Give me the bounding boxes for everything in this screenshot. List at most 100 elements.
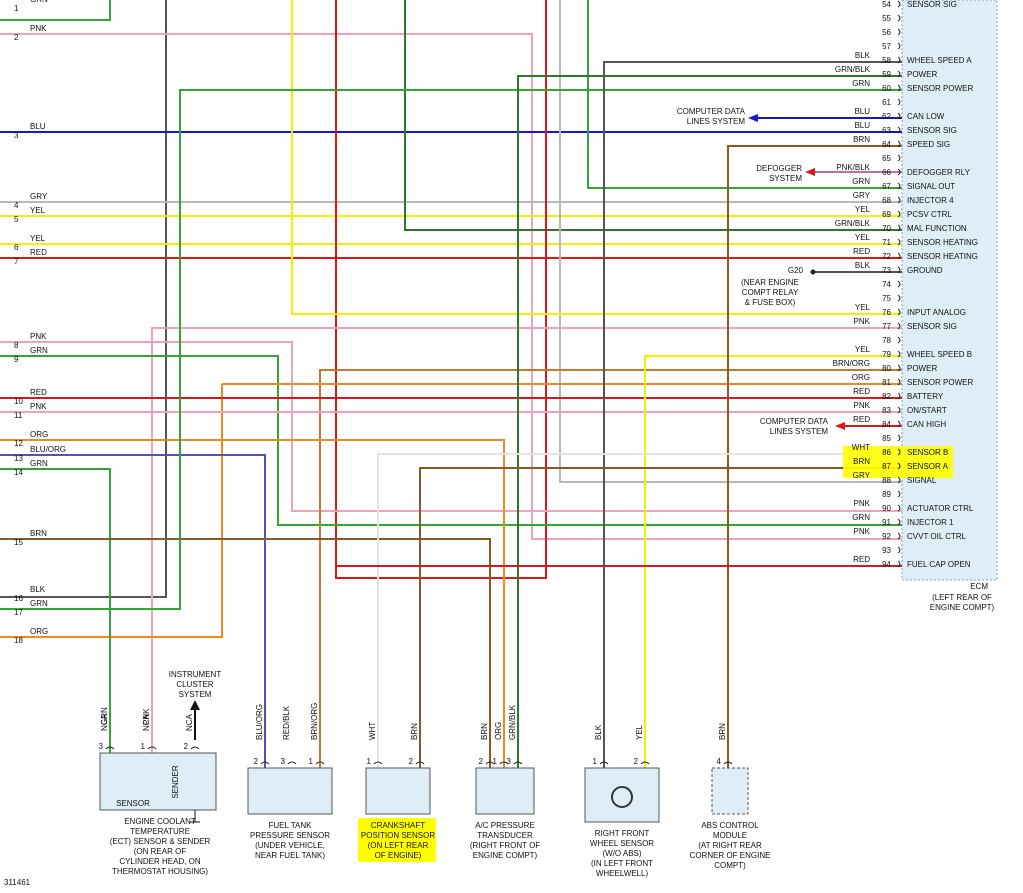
left-pin-wire-color: GRN <box>30 346 48 355</box>
defogger-ref-line-2: SYSTEM <box>769 174 802 183</box>
ecm-pin-number: 69 <box>882 210 891 219</box>
ecm-pin-number: 61 <box>882 98 891 107</box>
ecm-pin-row-55: 55 <box>882 14 901 23</box>
component-pin-wire: BLK <box>594 724 603 740</box>
ecm-pin-wire-color: GRN <box>852 177 870 186</box>
ecm-pin-function: WHEEL SPEED A <box>907 56 972 65</box>
ecm-pin-number: 64 <box>882 140 891 149</box>
ecm-pin-function: SENSOR SIG <box>907 126 957 135</box>
ecm-pin-number: 75 <box>882 294 891 303</box>
component-pin-4: BRN 4 <box>717 723 733 766</box>
component-title-line-6: THERMOSTAT HOUSING) <box>112 867 208 876</box>
component-title-line-2: TEMPERATURE <box>130 827 190 836</box>
left-pin-wire-color: ORG <box>30 627 48 636</box>
ecm-label: ECM <box>970 582 988 591</box>
ecm-pin-number: 67 <box>882 182 891 191</box>
ground-desc-line-2: COMPT RELAY <box>742 288 799 297</box>
ecm-pin-number: 85 <box>882 434 891 443</box>
component-title-line-3: (ON LEFT REAR <box>368 841 429 850</box>
component-ect: GRNNCA3PNKNCA1NCA2ENGINE COOLANTTEMPERAT… <box>99 707 217 876</box>
component-pin-wire: WHT <box>368 722 377 740</box>
wire-red-loop <box>335 0 547 579</box>
ecm-pin-number: 70 <box>882 224 891 233</box>
can-high-ref-line-1: COMPUTER DATA <box>760 417 829 426</box>
left-pin-number: 13 <box>14 454 23 463</box>
ecm-pin-number: 57 <box>882 42 891 51</box>
ecm-pin-terminal <box>897 0 901 8</box>
component-pin-number: 2 <box>634 757 639 766</box>
component-title-line-1: RIGHT FRONT <box>595 829 650 838</box>
component-pin-number: 1 <box>593 757 598 766</box>
instrument-cluster-line-2: CLUSTER <box>176 680 214 689</box>
component-pin-1: WHT 1 <box>367 722 383 766</box>
can-high-arrow <box>835 422 845 430</box>
ecm-pin-function: SENSOR A <box>907 462 949 471</box>
ecm-pin-number: 76 <box>882 308 891 317</box>
ecm-pin-row-57: 57 <box>882 42 901 51</box>
ecm-pin-number: 59 <box>882 70 891 79</box>
ecm-pin-number: 66 <box>882 168 891 177</box>
ecm-pin-row-78: 78 <box>882 336 901 345</box>
component-title-line-1: ABS CONTROL <box>701 821 759 830</box>
ecm-pin-terminal <box>897 294 901 302</box>
wire-14-grn <box>0 468 111 770</box>
component-pin-number: 4 <box>717 757 722 766</box>
component-title-line-4: CORNER OF ENGINE <box>690 851 771 860</box>
component-pin-2: NCA 2 <box>184 713 200 751</box>
component-title-line-3: (AT RIGHT REAR <box>698 841 762 850</box>
ecm-pin-wire-color: RED <box>853 415 870 424</box>
ecm-pin-number: 78 <box>882 336 891 345</box>
ecm-pin-function: GROUND <box>907 266 943 275</box>
wire-12-org <box>0 439 505 770</box>
component-pin-number: 2 <box>479 757 484 766</box>
wire-13-bluorg <box>0 454 266 770</box>
component-pin-nca: NCA <box>185 713 194 731</box>
ecm-pin-function: DEFOGGER RLY <box>907 168 971 177</box>
component-pin-1: PNKNCA1 <box>141 708 157 751</box>
ecm-pin-wire-color: YEL <box>855 205 871 214</box>
component-title-line-5: CYLINDER HEAD, ON <box>119 857 201 866</box>
component-body <box>475 767 535 815</box>
component-title-line-4: ENGINE COMPT) <box>473 851 538 860</box>
ecm-pin-terminal <box>897 280 901 288</box>
left-pin-wire-color: BRN <box>30 529 47 538</box>
component-title-line-1: FUEL TANK <box>269 821 313 830</box>
left-pin-wire-color: RED <box>30 248 47 257</box>
ecm-pin-number: 74 <box>882 280 891 289</box>
left-pin-wire-color: PNK <box>30 402 47 411</box>
component-pin-wire: BLU/ORG <box>255 704 264 740</box>
component-body <box>365 767 431 815</box>
component-pin-wire: BRN/ORG <box>310 703 319 740</box>
ecm-pin-row-75: 75 <box>882 294 901 303</box>
ecm-pin-wire-color: BRN <box>853 457 870 466</box>
component-pin-2: YEL 2 <box>634 724 650 766</box>
component-body <box>711 767 749 815</box>
component-pin-1: BRN/ORG 1 <box>309 703 325 766</box>
wire-layer <box>0 0 902 770</box>
ecm-pin-terminal <box>897 336 901 344</box>
can-high-ref-line-2: LINES SYSTEM <box>770 427 829 436</box>
ecm-pin-wire-color: GRY <box>853 191 871 200</box>
left-pin-wire-color: RED <box>30 388 47 397</box>
ecm-pin-wire-color: RED <box>853 247 870 256</box>
component-abs: BRN 4 ABS CONTROLMODULE(AT RIGHT REARCORNE… <box>690 723 771 870</box>
component-pin-wire: YEL <box>635 724 644 740</box>
defogger-ref-line-1: DEFOGGER <box>756 164 802 173</box>
component-ckp: WHT 1 BRN 2 CRANKSHAFTPOSITION SENSOR(ON LEF… <box>358 722 436 862</box>
component-pin-wire: BRN <box>480 723 489 740</box>
ecm-pin-number: 73 <box>882 266 891 275</box>
ecm-pin-number: 84 <box>882 420 891 429</box>
component-pin-number: 1 <box>493 757 498 766</box>
component-wss: BLK 1 YEL 2 RIGHT FRONTWHEEL SENSOR(W/O ABS)… <box>584 724 660 878</box>
ecm-pin-function: PCSV CTRL <box>907 210 952 219</box>
component-title-line-4: (IN LEFT FRONT <box>591 859 653 868</box>
ecm-pin-number: 72 <box>882 252 891 261</box>
left-pin-wire-color: BLK <box>30 585 46 594</box>
component-title-line-3: (ECT) SENSOR & SENDER <box>110 837 211 846</box>
left-pin-wire-color: GRY <box>30 192 48 201</box>
component-title-line-2: POSITION SENSOR <box>361 831 435 840</box>
ecm-pin-function: SENSOR B <box>907 448 948 457</box>
left-pin-number: 5 <box>14 215 19 224</box>
component-title-line-3: (RIGHT FRONT OF <box>470 841 540 850</box>
wire-86 <box>377 453 902 770</box>
